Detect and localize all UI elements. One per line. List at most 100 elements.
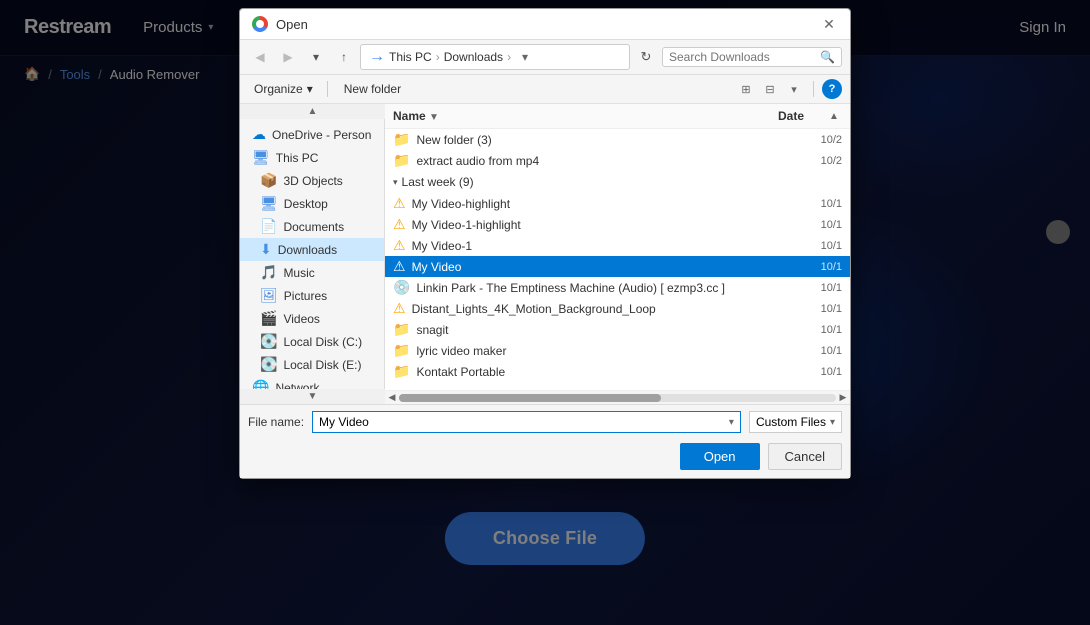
dialog-close-button[interactable]: ✕ [820, 15, 838, 33]
view-mode-dropdown[interactable]: ▾ [783, 78, 805, 100]
local-disk-c-icon: 💽 [260, 333, 277, 350]
right-panel: Name ▼ Date ▲ 📁 New folder (3) 10/2 📁 ex… [385, 104, 850, 404]
sidebar-item-network[interactable]: 🌐 Network [240, 376, 384, 389]
file-name-label: lyric video maker [416, 344, 796, 358]
sidebar-item-pictures[interactable]: 🖼 Pictures [240, 284, 384, 307]
sidebar-item-onedrive[interactable]: ☁ OneDrive - Person [240, 123, 384, 146]
search-icon: 🔍 [820, 50, 835, 64]
network-icon: 🌐 [252, 379, 269, 389]
list-item[interactable]: ⚠ My Video-highlight 10/1 [385, 193, 850, 214]
file-date-label: 10/1 [802, 261, 842, 273]
file-date-label: 10/1 [802, 198, 842, 210]
dialog-address-toolbar: ◀ ▶ ▾ ↑ → This PC › Downloads › ▾ ↻ 🔍 [240, 40, 850, 75]
video-warning-icon: ⚠ [393, 195, 406, 212]
file-list: 📁 New folder (3) 10/2 📁 extract audio fr… [385, 129, 850, 390]
sidebar-item-music[interactable]: 🎵 Music [240, 261, 384, 284]
dropdown-button[interactable]: ▾ [304, 45, 328, 69]
sidebar-item-3d-objects[interactable]: 📦 3D Objects [240, 169, 384, 192]
column-date: Date [778, 109, 818, 123]
new-folder-button[interactable]: New folder [336, 80, 409, 98]
video-warning-icon: ⚠ [393, 216, 406, 233]
sidebar-item-desktop[interactable]: 🖥 Desktop [240, 192, 384, 215]
list-item-selected[interactable]: ⚠ My Video 10/1 [385, 256, 850, 277]
file-name-label: My Video-highlight [412, 197, 796, 211]
sidebar-item-this-pc[interactable]: 🖥 This PC [240, 146, 384, 169]
path-dropdown-button[interactable]: ▾ [515, 47, 535, 67]
section-header-last-week[interactable]: ▾ Last week (9) [385, 171, 850, 193]
sidebar-item-local-disk-c[interactable]: 💽 Local Disk (C:) [240, 330, 384, 353]
list-item[interactable]: 📁 Kontakt Portable 10/1 [385, 361, 850, 382]
right-scroll-up[interactable]: ▲ [826, 108, 842, 124]
sidebar-item-3d-objects-label: 3D Objects [283, 174, 342, 188]
sidebar-item-desktop-label: Desktop [284, 197, 328, 211]
list-item[interactable]: ⚠ My Video-1-highlight 10/1 [385, 214, 850, 235]
path-bar[interactable]: → This PC › Downloads › ▾ [360, 44, 630, 70]
search-bar[interactable]: 🔍 [662, 47, 842, 67]
list-item[interactable]: ⚠ Distant_Lights_4K_Motion_Background_Lo… [385, 298, 850, 319]
file-name-label: Distant_Lights_4K_Motion_Background_Loop [412, 302, 796, 316]
sidebar-item-pictures-label: Pictures [284, 289, 327, 303]
file-name-label: snagit [416, 323, 796, 337]
file-name-label: extract audio from mp4 [416, 154, 796, 168]
organize-label: Organize [254, 82, 303, 96]
sidebar-item-music-label: Music [283, 266, 314, 280]
list-item[interactable]: 📁 snagit 10/1 [385, 319, 850, 340]
organize-button[interactable]: Organize ▾ [248, 80, 319, 98]
sidebar-item-videos-label: Videos [283, 312, 319, 326]
list-item[interactable]: 📁 lyric video maker 10/1 [385, 340, 850, 361]
path-arrow-icon: → [369, 48, 385, 66]
section-collapse-icon: ▾ [393, 177, 398, 188]
file-name-label: Linkin Park - The Emptiness Machine (Aud… [416, 281, 796, 295]
open-button[interactable]: Open [680, 443, 760, 470]
view-mode-button1[interactable]: ⊞ [735, 78, 757, 100]
local-disk-e-icon: 💽 [260, 356, 277, 373]
scroll-track[interactable] [399, 394, 836, 402]
filename-input[interactable] [319, 415, 725, 429]
cancel-button[interactable]: Cancel [768, 443, 842, 470]
back-button[interactable]: ◀ [248, 45, 272, 69]
list-item[interactable]: 📁 extract audio from mp4 10/2 [385, 150, 850, 171]
audio-icon: 💿 [393, 279, 410, 296]
file-date-label: 10/1 [802, 324, 842, 336]
left-panel-scroll-down[interactable]: ▼ [240, 389, 385, 404]
filetype-chevron-icon: ▾ [830, 417, 835, 428]
file-name-label: My Video-1-highlight [412, 218, 796, 232]
sidebar-item-this-pc-label: This PC [276, 151, 319, 165]
list-item[interactable]: 📁 New folder (3) 10/2 [385, 129, 850, 150]
sidebar-item-downloads-label: Downloads [278, 243, 337, 257]
search-input[interactable] [669, 50, 816, 64]
scroll-right-button[interactable]: ▶ [836, 391, 850, 405]
sidebar-item-downloads[interactable]: ⬇ Downloads [240, 238, 384, 261]
file-open-dialog: Open ✕ ◀ ▶ ▾ ↑ → This PC › Downloads › ▾… [239, 8, 851, 479]
list-item[interactable]: 💿 Linkin Park - The Emptiness Machine (A… [385, 277, 850, 298]
filename-input-container[interactable]: ▾ [312, 411, 741, 433]
sidebar-item-videos[interactable]: 🎬 Videos [240, 307, 384, 330]
filetype-dropdown[interactable]: Custom Files ▾ [749, 411, 842, 433]
list-item[interactable]: ⚠ My Video-1 10/1 [385, 235, 850, 256]
help-button[interactable]: ? [822, 79, 842, 99]
sidebar-item-local-disk-e[interactable]: 💽 Local Disk (E:) [240, 353, 384, 376]
refresh-button[interactable]: ↻ [634, 45, 658, 69]
sidebar-item-documents-label: Documents [283, 220, 344, 234]
pictures-icon: 🖼 [260, 287, 278, 304]
dialog-actions: Open Cancel [240, 439, 850, 478]
sidebar-item-documents[interactable]: 📄 Documents [240, 215, 384, 238]
forward-button[interactable]: ▶ [276, 45, 300, 69]
sidebar-item-local-disk-c-label: Local Disk (C:) [283, 335, 362, 349]
sidebar-item-network-label: Network [275, 381, 319, 389]
toolbar-separator [327, 81, 328, 97]
chrome-icon [252, 16, 268, 32]
this-pc-icon: 🖥 [252, 149, 270, 166]
left-panel-scroll-up[interactable]: ▲ [240, 104, 385, 119]
dialog-body: ▲ ☁ OneDrive - Person 🖥 This PC 📦 3D Obj… [240, 104, 850, 404]
scroll-left-button[interactable]: ◀ [385, 391, 399, 405]
music-icon: 🎵 [260, 264, 277, 281]
folder-icon: 📁 [393, 363, 410, 380]
view-mode-button2[interactable]: ⊟ [759, 78, 781, 100]
filename-dropdown-icon[interactable]: ▾ [729, 417, 734, 428]
horizontal-scrollbar[interactable]: ◀ ▶ [385, 390, 850, 404]
up-button[interactable]: ↑ [332, 45, 356, 69]
downloads-icon: ⬇ [260, 241, 272, 258]
scroll-thumb[interactable] [399, 394, 661, 402]
file-date-label: 10/1 [802, 303, 842, 315]
